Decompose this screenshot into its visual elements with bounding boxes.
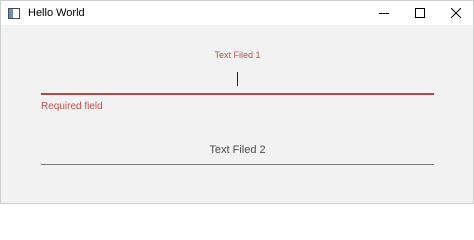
window-title: Hello World	[28, 7, 85, 19]
text-field-2-input[interactable]	[41, 164, 434, 165]
close-icon	[451, 8, 461, 18]
minimize-icon	[379, 13, 389, 14]
app-window: Hello World Text Filed 1 Required field …	[0, 0, 474, 204]
text-field-1-error: Required field	[41, 101, 103, 112]
minimize-button[interactable]	[367, 1, 401, 25]
form-area: Text Filed 1 Required field Text Filed 2	[1, 25, 473, 203]
close-button[interactable]	[439, 1, 473, 25]
text-field-1-caret	[237, 72, 238, 86]
text-field-1-input[interactable]	[41, 93, 434, 95]
text-field-2-placeholder[interactable]: Text Filed 2	[41, 144, 434, 156]
text-field-1-label: Text Filed 1	[214, 50, 261, 60]
maximize-icon	[415, 8, 425, 18]
maximize-button[interactable]	[403, 1, 437, 25]
app-window-icon	[8, 7, 20, 19]
title-bar[interactable]: Hello World	[1, 1, 473, 25]
